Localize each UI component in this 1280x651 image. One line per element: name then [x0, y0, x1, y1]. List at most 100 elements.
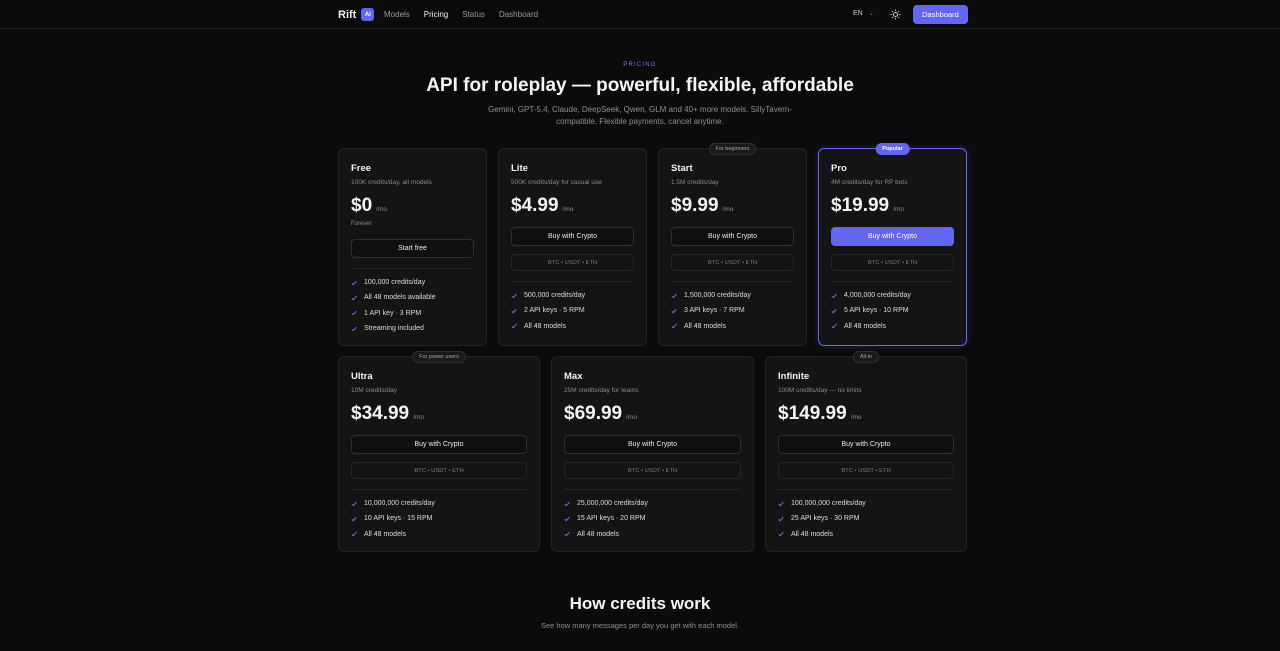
feature-text: Streaming included — [364, 325, 424, 333]
feature-text: All 48 models — [684, 322, 727, 330]
plan-price: $9.99 /mo — [671, 195, 733, 217]
plan-description: 500K credits/day for casual use — [511, 179, 602, 186]
start-free-button[interactable]: Start free — [351, 239, 474, 258]
check-icon — [564, 516, 570, 522]
plan-tag: For beginners — [708, 143, 757, 155]
plan-card-infinite: All-in Infinite 100M credits/day — no li… — [765, 351, 967, 552]
payment-methods: BTC • USDT • ETH — [671, 254, 794, 271]
price-amount: $9.99 — [671, 195, 719, 216]
feature-item: 500,000 credits/day — [511, 288, 634, 303]
feature-item: 4,000,000 credits/day — [831, 288, 954, 303]
check-icon — [351, 280, 357, 285]
payment-methods: BTC • USDT • ETH — [831, 254, 954, 271]
price-amount: $34.99 — [351, 403, 410, 424]
price-amount: $0 — [351, 195, 373, 216]
feature-text: 25,000,000 credits/day — [577, 500, 648, 508]
chevron-down-icon: ⌄ — [868, 11, 874, 17]
credits-section-title: How credits work — [569, 594, 711, 613]
divider — [778, 489, 954, 490]
buy-with-crypto-button[interactable]: Buy with Crypto — [671, 227, 794, 246]
plan-price: $19.99 /mo — [831, 195, 904, 217]
plan-name: Pro — [831, 163, 847, 174]
nav-link-pricing[interactable]: Pricing — [424, 10, 448, 19]
top-navbar: Rift AI Models Pricing Status Dashboard … — [0, 0, 1280, 29]
payment-methods: BTC • USDT • ETH — [351, 462, 527, 479]
check-icon — [351, 532, 357, 537]
feature-item: All 48 models — [831, 319, 954, 334]
check-icon — [671, 293, 677, 298]
plan-description: 1.5M credits/day — [671, 179, 719, 186]
price-period: /mo — [850, 414, 862, 421]
feature-text: 5 API keys · 10 RPM — [844, 307, 909, 315]
plan-name: Free — [351, 163, 372, 174]
credits-section-subtitle: See how many messages per day you get wi… — [540, 621, 740, 630]
feature-text: All 48 models — [524, 322, 567, 330]
dashboard-button[interactable]: Dashboard — [913, 5, 968, 24]
plan-price: $0 /mo — [351, 195, 387, 217]
price-amount: $19.99 — [831, 195, 890, 216]
feature-item: All 48 models available — [351, 290, 474, 305]
check-icon — [831, 293, 837, 298]
nav-link-models[interactable]: Models — [384, 10, 410, 19]
feature-item: All 48 models — [511, 319, 634, 334]
brand-logo[interactable]: Rift AI — [338, 8, 375, 21]
feature-list: 100,000 credits/day All 48 models availa… — [351, 275, 474, 336]
check-icon — [511, 293, 517, 298]
feature-text: 10,000,000 credits/day — [364, 500, 435, 508]
feature-item: 15 API keys · 20 RPM — [564, 511, 741, 526]
price-amount: $69.99 — [564, 403, 623, 424]
feature-text: All 48 models — [791, 530, 834, 538]
check-icon — [564, 501, 570, 506]
popular-badge: Popular — [875, 143, 910, 155]
buy-with-crypto-button[interactable]: Buy with Crypto — [511, 227, 634, 246]
feature-text: 100,000,000 credits/day — [791, 500, 866, 508]
check-icon — [511, 308, 517, 314]
plan-name: Start — [671, 163, 693, 174]
payment-methods: BTC • USDT • ETH — [564, 462, 741, 479]
plan-card-ultra: For power users Ultra 10M credits/day $3… — [338, 351, 540, 552]
sun-icon[interactable] — [890, 9, 901, 20]
feature-text: 4,000,000 credits/day — [844, 292, 911, 300]
nav-link-status[interactable]: Status — [462, 10, 485, 19]
plan-price: $4.99 /mo — [511, 195, 573, 217]
plan-card-free: Free 100K credits/day, all models $0 /mo… — [338, 148, 487, 346]
feature-item: 25 API keys · 30 RPM — [778, 511, 954, 526]
check-icon — [351, 326, 357, 331]
language-label: EN — [853, 10, 863, 17]
page-title: API for roleplay — powerful, flexible, a… — [426, 75, 854, 96]
buy-with-crypto-button[interactable]: Buy with Crypto — [778, 435, 954, 454]
brand-name: Rift — [338, 8, 357, 21]
buy-with-crypto-button[interactable]: Buy with Crypto — [831, 227, 954, 246]
check-icon — [671, 308, 677, 314]
plan-description: 100M credits/day — no limits — [778, 387, 862, 394]
feature-item: 5 API keys · 10 RPM — [831, 303, 954, 318]
price-period: /mo — [376, 206, 387, 213]
plan-tag: For power users — [412, 351, 466, 363]
price-amount: $4.99 — [511, 195, 559, 216]
feature-text: All 48 models — [364, 530, 407, 538]
language-selector[interactable]: EN ⌄ — [853, 10, 874, 17]
check-icon — [831, 324, 837, 329]
payment-methods: BTC • USDT • ETH — [778, 462, 954, 479]
feature-item: All 48 models — [564, 527, 741, 542]
buy-with-crypto-button[interactable]: Buy with Crypto — [351, 435, 527, 454]
feature-item: 2 API keys · 5 RPM — [511, 303, 634, 318]
feature-text: 500,000 credits/day — [524, 292, 586, 300]
check-icon — [671, 324, 677, 329]
buy-with-crypto-button[interactable]: Buy with Crypto — [564, 435, 741, 454]
price-period: /mo — [893, 206, 904, 213]
divider — [351, 489, 527, 490]
plan-price: $149.99 /mo — [778, 403, 862, 425]
plan-description: 10M credits/day — [351, 387, 397, 394]
plan-name: Ultra — [351, 371, 373, 382]
nav-link-dashboard[interactable]: Dashboard — [499, 10, 538, 19]
feature-text: All 48 models available — [364, 294, 436, 302]
feature-item: Streaming included — [351, 321, 474, 336]
price-period: /mo — [562, 206, 574, 213]
feature-text: 1,500,000 credits/day — [684, 292, 751, 300]
plan-price: $34.99 /mo — [351, 403, 424, 425]
brand-ai-badge: AI — [361, 8, 375, 21]
plan-description: 25M credits/day for teams — [564, 387, 639, 394]
feature-text: All 48 models — [844, 322, 887, 330]
plan-card-pro: Popular Pro 4M credits/day for RP bots $… — [818, 143, 967, 346]
